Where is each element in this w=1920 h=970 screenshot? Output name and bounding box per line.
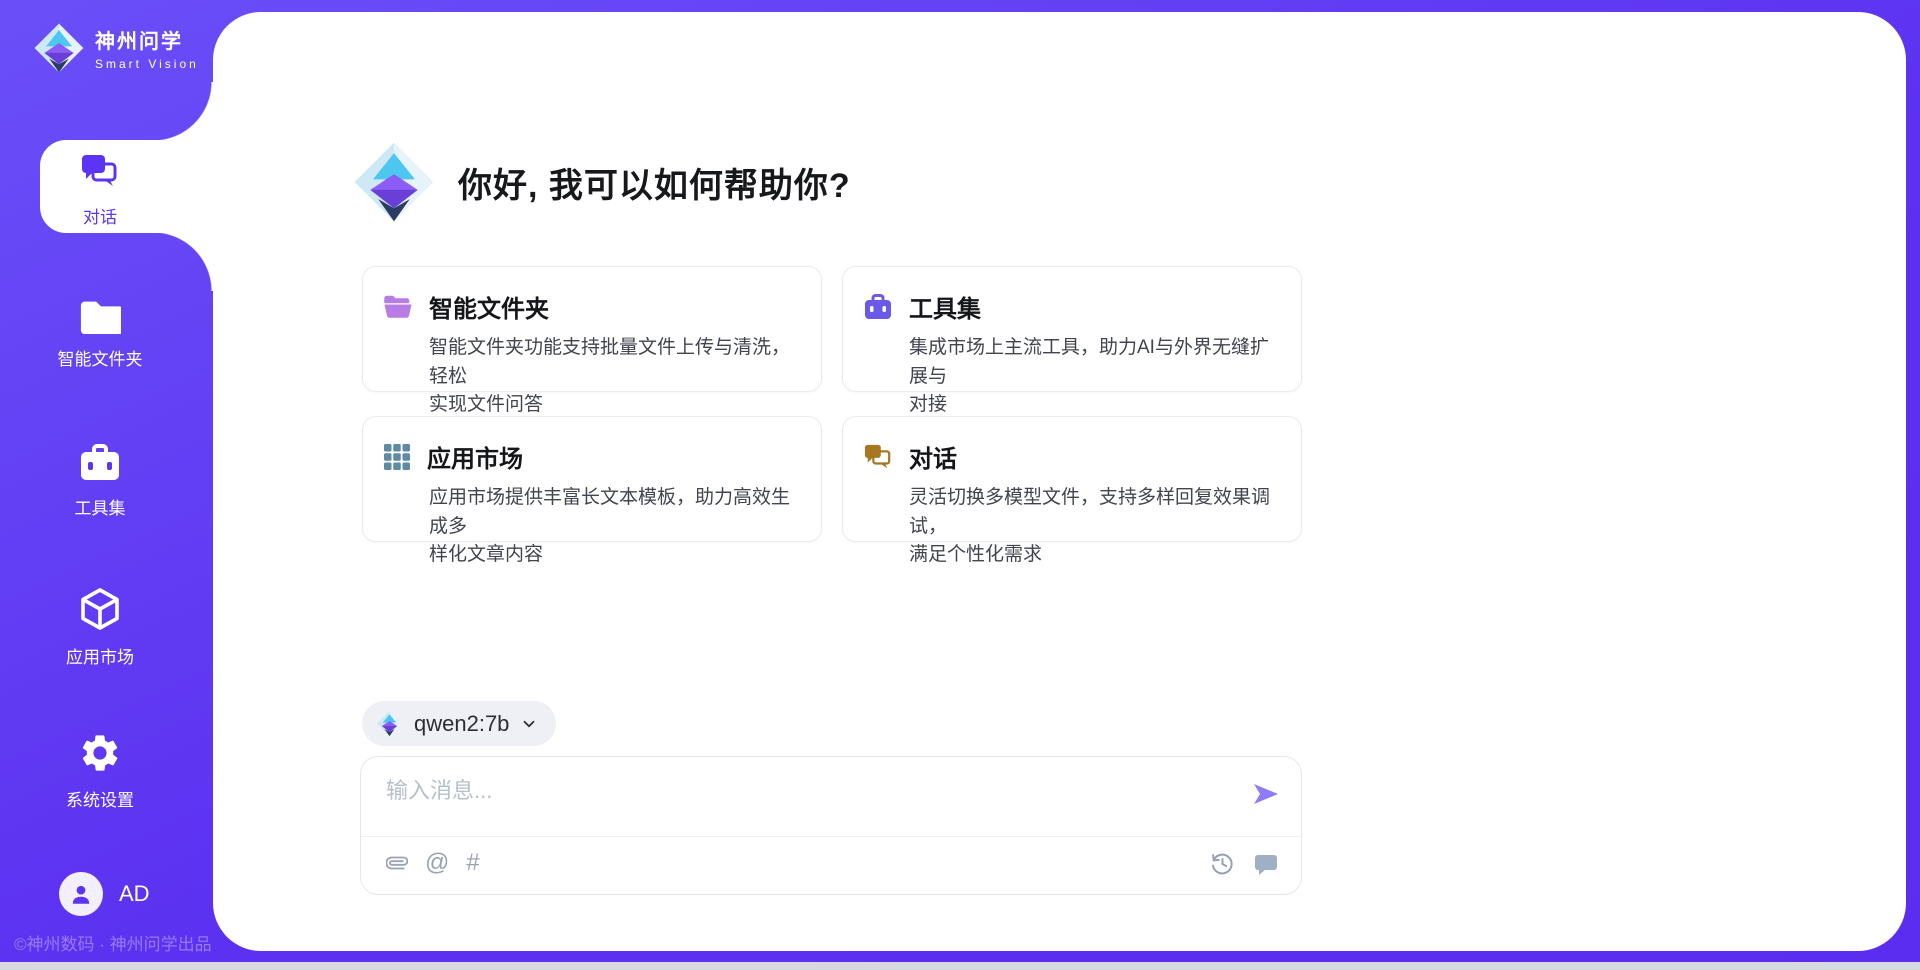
- user-profile[interactable]: AD: [59, 872, 150, 916]
- composer-tools: @ #: [386, 850, 480, 876]
- greeting-title: 你好, 我可以如何帮助你?: [458, 158, 851, 207]
- sidebar-item-smart-folder[interactable]: 智能文件夹: [0, 296, 200, 370]
- folder-open-icon: [383, 294, 413, 320]
- message-composer: @ #: [360, 756, 1302, 895]
- card-title: 对话: [909, 439, 957, 474]
- toolbox-icon: [78, 443, 122, 483]
- brand-subtitle: Smart Vision: [95, 57, 199, 71]
- send-icon: [1251, 779, 1281, 809]
- sidebar-item-label: 系统设置: [0, 786, 200, 811]
- card-chat[interactable]: 对话 灵活切换多模型文件，支持多样回复效果调试， 满足个性化需求: [842, 416, 1302, 542]
- chat-icon: [79, 152, 121, 192]
- greeting-diamond-icon: [352, 140, 436, 224]
- brand-name: 神州问学: [95, 25, 199, 54]
- gear-icon: [78, 731, 122, 775]
- card-toolset[interactable]: 工具集 集成市场上主流工具，助力AI与外界无缝扩展与 对接: [842, 266, 1302, 392]
- person-icon: [68, 881, 94, 907]
- toolbox-icon: [863, 293, 893, 321]
- chat-icon: [863, 443, 893, 471]
- model-name: qwen2:7b: [414, 711, 509, 737]
- window-bottom-edge: [0, 962, 1920, 970]
- app-root: { "brand": { "name": "神州问学", "subtitle":…: [0, 0, 1920, 970]
- sidebar-footer: ©神州数码 · 神州问学出品: [14, 930, 214, 955]
- sidebar-item-label: 对话: [0, 203, 200, 228]
- sidebar-item-label: 工具集: [0, 494, 200, 519]
- sidebar-item-chat[interactable]: 对话: [0, 152, 200, 228]
- sidebar-item-settings[interactable]: 系统设置: [0, 731, 200, 811]
- active-tab-curve-top: [153, 82, 214, 141]
- model-selector[interactable]: qwen2:7b: [362, 701, 556, 746]
- message-input[interactable]: [386, 773, 1206, 809]
- paperclip-icon: [386, 850, 408, 876]
- history-button[interactable]: [1210, 851, 1235, 876]
- composer-right-tools: [1210, 851, 1279, 876]
- composer-divider: [361, 836, 1301, 837]
- chevron-down-icon: [520, 715, 538, 733]
- folder-icon: [79, 296, 121, 334]
- model-diamond-icon: [376, 710, 403, 737]
- cube-icon: [78, 586, 122, 632]
- active-tab-curve-bottom: [153, 232, 214, 291]
- user-initials: AD: [119, 881, 150, 907]
- brand-diamond-icon: [33, 22, 85, 74]
- card-smart-folder[interactable]: 智能文件夹 智能文件夹功能支持批量文件上传与清洗，轻松 实现文件问答: [362, 266, 822, 392]
- grid-icon: [383, 443, 411, 471]
- card-app-market[interactable]: 应用市场 应用市场提供丰富长文本模板，助力高效生成多 样化文章内容: [362, 416, 822, 542]
- hashtag-button[interactable]: #: [466, 850, 479, 876]
- history-icon: [1210, 851, 1235, 876]
- mention-button[interactable]: @: [425, 850, 449, 876]
- card-title: 智能文件夹: [429, 289, 549, 324]
- sidebar-item-toolset[interactable]: 工具集: [0, 443, 200, 519]
- send-button[interactable]: [1251, 779, 1281, 809]
- sidebar-item-label: 应用市场: [0, 643, 200, 668]
- card-description: 集成市场上主流工具，助力AI与外界无缝扩展与 对接: [909, 334, 1281, 420]
- card-description: 应用市场提供丰富长文本模板，助力高效生成多 样化文章内容: [429, 484, 801, 570]
- sidebar-item-app-market[interactable]: 应用市场: [0, 586, 200, 668]
- card-description: 智能文件夹功能支持批量文件上传与清洗，轻松 实现文件问答: [429, 334, 801, 420]
- avatar: [59, 872, 103, 916]
- brand-logo: 神州问学 Smart Vision: [33, 22, 199, 74]
- card-title: 应用市场: [427, 439, 523, 474]
- greeting: 你好, 我可以如何帮助你?: [352, 140, 851, 224]
- card-description: 灵活切换多模型文件，支持多样回复效果调试， 满足个性化需求: [909, 484, 1281, 570]
- sidebar-item-label: 智能文件夹: [0, 345, 200, 370]
- feature-cards: 智能文件夹 智能文件夹功能支持批量文件上传与清洗，轻松 实现文件问答 工具集 集…: [362, 266, 1302, 542]
- feedback-button[interactable]: [1253, 852, 1279, 876]
- chat-bubble-icon: [1253, 852, 1279, 876]
- attach-button[interactable]: [386, 850, 408, 876]
- card-title: 工具集: [909, 289, 981, 324]
